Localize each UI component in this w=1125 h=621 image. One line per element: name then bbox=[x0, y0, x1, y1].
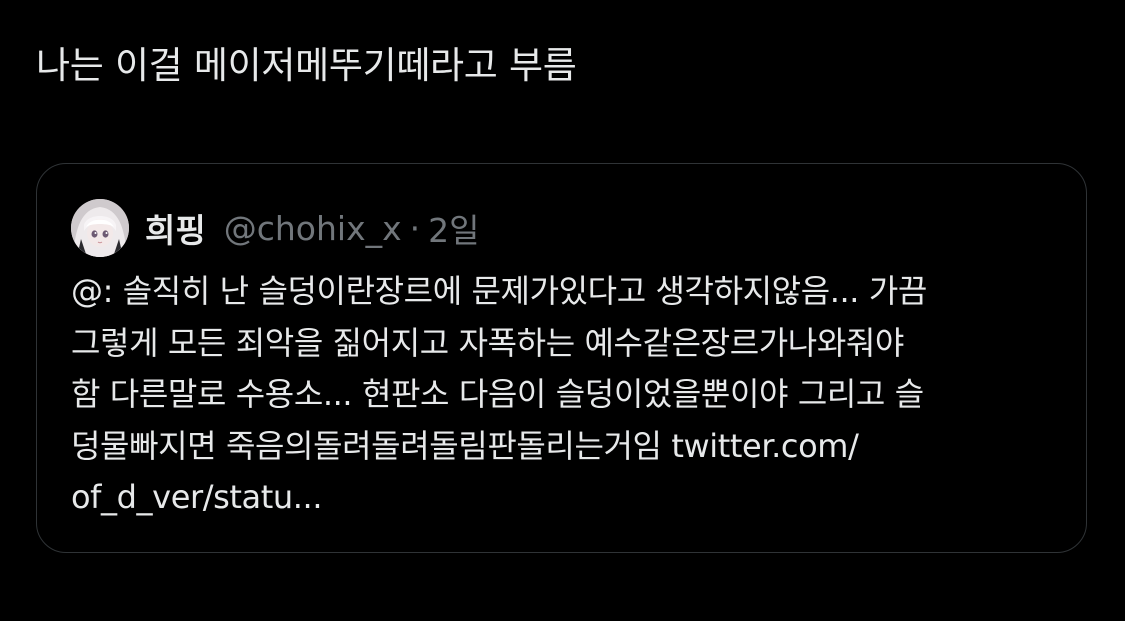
quoted-tweet-header: 희핑 @chohix_x · 2일 bbox=[71, 199, 479, 257]
quoted-tweet-card[interactable]: 희핑 @chohix_x · 2일 @: 솔직히 난 슬덩이란장르에 문제가있다… bbox=[36, 163, 1087, 553]
avatar-image bbox=[71, 199, 129, 257]
quoted-text-line: 함 다른말로 수용소... 현판소 다음이 슬덩이었을뿐이야 그리고 슬 bbox=[71, 375, 924, 413]
author-handle[interactable]: @chohix_x bbox=[224, 209, 402, 248]
quoted-text-line: of_d_ver/statu... bbox=[71, 478, 323, 516]
separator-dot: · bbox=[409, 208, 421, 248]
quoted-text-line: 덩물빠지면 죽음의돌려돌려돌림판돌리는거임 twitter.com/ bbox=[71, 426, 859, 465]
quoted-tweet-text: @: 솔직히 난 슬덩이란장르에 문제가있다고 생각하지않음... 가끔 그렇게… bbox=[71, 266, 1061, 524]
tweet-text: 나는 이걸 메이저메뚜기떼라고 부름 bbox=[36, 44, 577, 87]
post-time[interactable]: 2일 bbox=[428, 204, 479, 252]
avatar[interactable] bbox=[71, 199, 129, 257]
quoted-text-line: @: 솔직히 난 슬덩이란장르에 문제가있다고 생각하지않음... 가끔 bbox=[71, 272, 927, 310]
author-name[interactable]: 희핑 bbox=[145, 204, 206, 252]
quoted-text-line: 그렇게 모든 죄악을 짊어지고 자폭하는 예수같은장르가나와줘야 bbox=[71, 323, 904, 362]
